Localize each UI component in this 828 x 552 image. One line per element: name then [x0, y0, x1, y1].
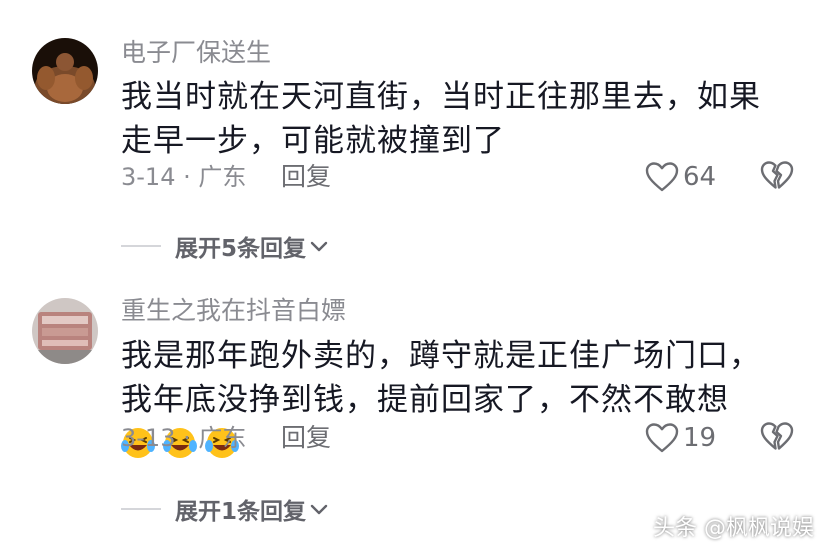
broken-heart-icon [760, 161, 794, 189]
chevron-down-icon [310, 241, 328, 252]
watermark: 头条 @枫枫说娱 [653, 516, 814, 541]
comment-meta: 3-14 · 广东 [121, 163, 247, 191]
like-button[interactable]: 64 [645, 160, 716, 194]
heart-outline-icon [645, 423, 679, 453]
reply-button[interactable]: 回复 [281, 423, 331, 453]
username[interactable]: 重生之我在抖音白嫖 [121, 296, 346, 326]
like-count: 64 [683, 162, 717, 192]
chevron-down-icon [310, 504, 328, 515]
dislike-button[interactable] [760, 160, 796, 194]
like-button[interactable]: 19 [645, 421, 716, 455]
reply-button[interactable]: 回复 [281, 162, 331, 192]
divider-line [121, 508, 161, 510]
expand-replies-button[interactable]: 展开1条回复 [121, 492, 330, 526]
expand-replies-button[interactable]: 展开5条回复 [121, 229, 330, 263]
comment-meta: 3-13 · 广东 [121, 424, 247, 452]
divider-line [121, 245, 161, 247]
username[interactable]: 电子厂保送生 [121, 38, 271, 68]
expand-replies-label: 展开5条回复 [175, 236, 307, 262]
comment-text-body: 我是那年跑外卖的，蹲守就是正佳广场门口，我年底没挣到钱，提前回家了，不然不敢想 [121, 338, 761, 418]
avatar[interactable] [32, 298, 98, 364]
comment-text: 我当时就在天河直街，当时正往那里去，如果走早一步，可能就被撞到了 [121, 79, 761, 159]
dislike-button[interactable] [760, 421, 796, 455]
expand-replies-label: 展开1条回复 [175, 499, 307, 525]
heart-outline-icon [645, 162, 679, 192]
broken-heart-icon [760, 422, 794, 450]
avatar[interactable] [32, 38, 98, 104]
like-count: 19 [683, 423, 717, 453]
